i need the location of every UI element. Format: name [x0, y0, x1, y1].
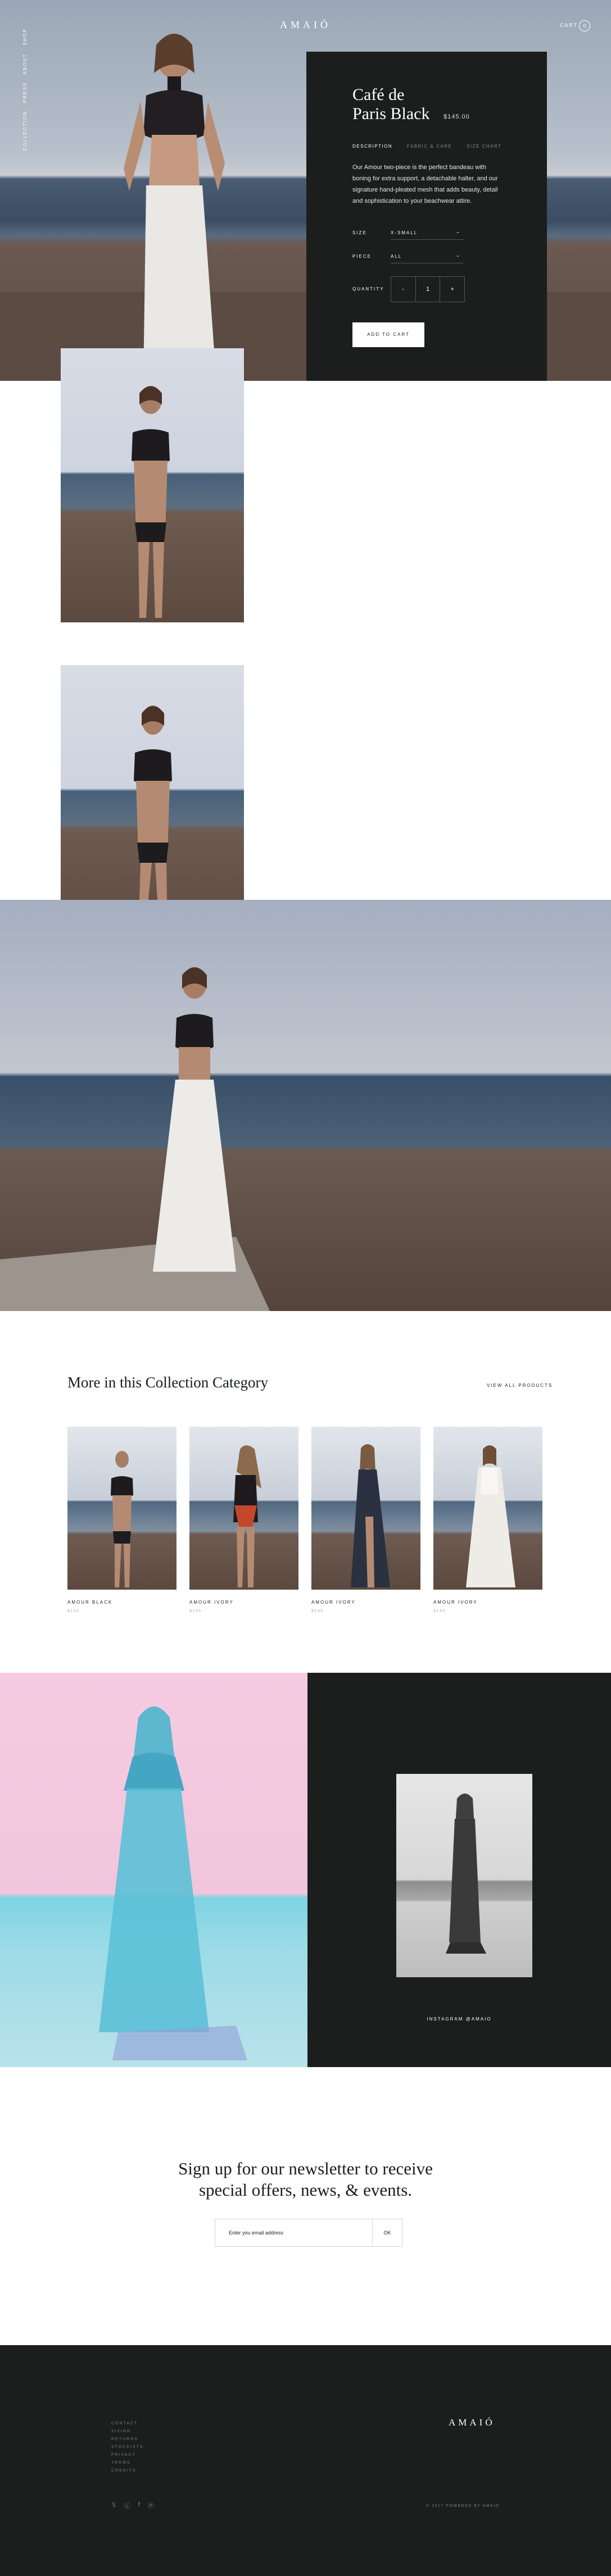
wide-product-photo	[0, 900, 611, 1311]
tab-description[interactable]: DESCRIPTION	[352, 144, 392, 149]
product-card-3-figure	[351, 1444, 390, 1587]
product-card-price: $145	[189, 1609, 202, 1613]
product-card[interactable]: AMOUR IVORY $145	[433, 1427, 542, 1613]
newsletter-form: OK	[215, 2219, 402, 2247]
nav-item-collection[interactable]: COLLECTION	[22, 111, 28, 151]
qty-plus-button[interactable]: +	[440, 277, 464, 302]
tab-size-chart[interactable]: SIZE CHART	[467, 144, 501, 149]
footer-link-sizing[interactable]: SIZING	[111, 2429, 144, 2433]
product-card[interactable]: AMOUR BLACK $145	[67, 1427, 176, 1613]
cart-count-badge[interactable]: 0	[579, 20, 590, 31]
product-card-name[interactable]: AMOUR IVORY	[433, 1600, 542, 1605]
nav-item-press[interactable]: PRESS	[22, 82, 28, 103]
product-card-4-figure	[466, 1445, 515, 1587]
quantity-stepper: - 1 +	[391, 276, 465, 302]
size-label: SIZE	[352, 230, 367, 235]
newsletter-submit-button[interactable]: OK	[373, 2219, 402, 2246]
product-photo-1-model	[132, 386, 170, 618]
size-select[interactable]: X-SMALL	[391, 230, 418, 235]
product-card[interactable]: AMOUR IVORY $145	[311, 1427, 420, 1613]
footer-link-credits[interactable]: CREDITS	[111, 2469, 144, 2473]
product-title-line1: Café de	[352, 85, 405, 104]
tab-fabric-care[interactable]: FABRIC & CARE	[407, 144, 452, 149]
newsletter-title-line1: Sign up for our newsletter to receive	[178, 2159, 433, 2178]
footer-link-terms[interactable]: TERMS	[111, 2461, 144, 2465]
instagram-link[interactable]: INSTAGRAM @AMAIO	[307, 2017, 611, 2022]
footer-link-privacy[interactable]: PRIVACY	[111, 2453, 144, 2457]
product-card-1-figure	[111, 1451, 133, 1587]
newsletter-title: Sign up for our newsletter to receive sp…	[0, 2158, 611, 2201]
product-card-image[interactable]	[311, 1427, 420, 1590]
piece-select[interactable]: ALL	[391, 254, 402, 259]
product-photo-2	[61, 665, 244, 939]
vertical-nav: SHOP ABOUT PRESS COLLECTION	[22, 28, 30, 158]
footer-social-icons: 𝕏 Ⓛ f Ⓟ	[111, 2501, 154, 2510]
duotone-model-figure	[99, 1706, 247, 2060]
newsletter-title-line2: special offers, news, & events.	[198, 2180, 413, 2200]
footer-brand-logo[interactable]: AMAIÓ	[449, 2417, 495, 2428]
wide-photo-model	[0, 967, 270, 1311]
piece-chevron-icon[interactable]: ⌄	[456, 253, 461, 258]
product-panel: Café de Paris Black $145.00 DESCRIPTION …	[306, 52, 547, 381]
footer-links: CONTACT SIZING RETURNS STOCKISTS PRIVACY…	[111, 2422, 144, 2477]
product-title: Café de Paris Black	[352, 85, 429, 124]
product-card-price: $145	[433, 1609, 446, 1613]
product-tabs: DESCRIPTION FABRIC & CARE SIZE CHART	[352, 144, 514, 149]
product-card-name[interactable]: AMOUR BLACK	[67, 1600, 176, 1605]
product-title-line2: Paris Black	[352, 104, 430, 123]
product-card-image[interactable]	[67, 1427, 176, 1590]
product-photo-2-model	[134, 706, 172, 937]
more-section-title: More in this Collection Category	[67, 1374, 268, 1391]
product-card-name[interactable]: AMOUR IVORY	[189, 1600, 298, 1605]
product-card-image[interactable]	[433, 1427, 542, 1590]
qty-minus-button[interactable]: -	[391, 277, 416, 302]
instagram-photo[interactable]	[396, 1774, 532, 1977]
qty-value[interactable]: 1	[416, 277, 441, 302]
footer-link-stockists[interactable]: STOCKISTS	[111, 2445, 144, 2449]
pinterest-icon[interactable]: Ⓟ	[148, 2501, 154, 2510]
instagram-photo-figure	[446, 1794, 486, 1954]
product-card-price: $145	[67, 1609, 80, 1613]
footer-link-returns[interactable]: RETURNS	[111, 2437, 144, 2441]
linkedin-icon[interactable]: Ⓛ	[124, 2501, 130, 2510]
campaign-duotone-image	[0, 1673, 307, 2067]
product-card[interactable]: AMOUR IVORY $145	[189, 1427, 298, 1613]
add-to-cart-button[interactable]: ADD TO CART	[352, 322, 424, 347]
product-card-2-figure	[233, 1445, 261, 1587]
product-card-image[interactable]	[189, 1427, 298, 1590]
product-card-price: $145	[311, 1609, 324, 1613]
product-photo-1	[61, 348, 244, 622]
nav-item-shop[interactable]: SHOP	[22, 28, 28, 45]
product-price: $145.00	[443, 113, 470, 120]
brand-logo[interactable]: AMAIÓ	[0, 19, 611, 31]
size-underline	[391, 239, 464, 240]
instagram-panel: INSTAGRAM @AMAIO	[307, 1673, 611, 2067]
view-all-products-link[interactable]: VIEW ALL PRODUCTS	[487, 1383, 553, 1388]
piece-label: PIECE	[352, 254, 372, 259]
footer-link-contact[interactable]: CONTACT	[111, 2422, 144, 2425]
newsletter-email-input[interactable]	[215, 2219, 373, 2246]
nav-item-about[interactable]: ABOUT	[22, 53, 28, 75]
quantity-label: QUANTITY	[352, 286, 384, 292]
size-chevron-icon[interactable]: ⌄	[456, 229, 461, 234]
facebook-icon[interactable]: f	[138, 2501, 140, 2510]
footer-copyright: © 2017 POWERED BY AMAIO	[426, 2504, 500, 2508]
hero-model-image	[124, 34, 225, 381]
cart-link[interactable]: CART	[560, 22, 578, 28]
product-description: Our Amour two-piece is the perfect bande…	[352, 164, 498, 204]
twitter-icon[interactable]: 𝕏	[111, 2501, 116, 2510]
product-card-name[interactable]: AMOUR IVORY	[311, 1600, 420, 1605]
footer: CONTACT SIZING RETURNS STOCKISTS PRIVACY…	[0, 2345, 611, 2576]
